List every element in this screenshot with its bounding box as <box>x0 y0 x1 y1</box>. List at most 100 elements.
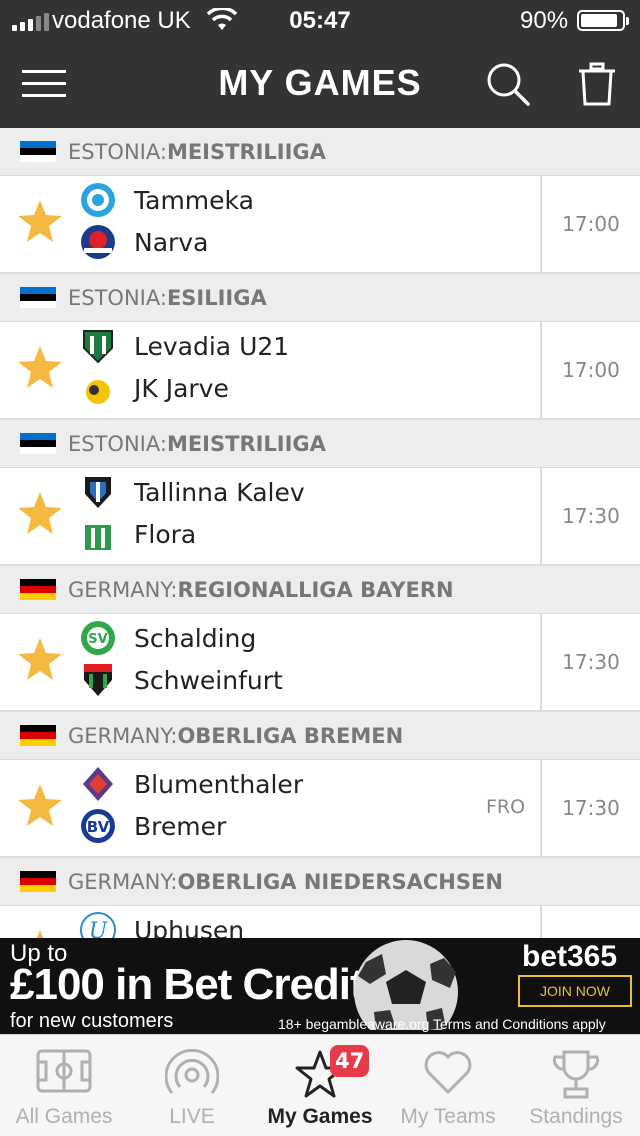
svg-text:BV: BV <box>87 818 110 836</box>
league-competition: OBERLIGA NIEDERSACHSEN <box>177 869 503 894</box>
notification-badge: 47 <box>330 1045 370 1077</box>
team-crest-icon <box>80 370 116 406</box>
app-header: MY GAMES <box>0 40 640 128</box>
match-list[interactable]: ESTONIA: MEISTRILIIGA Tammeka Narva 17:0… <box>0 128 640 938</box>
tab-live[interactable]: LIVE <box>128 1035 256 1136</box>
kickoff-time: 17:00 <box>562 358 620 382</box>
away-team: JK Jarve <box>80 368 229 408</box>
live-broadcast-icon <box>165 1049 219 1094</box>
search-icon[interactable] <box>486 62 530 106</box>
away-team-name: Bremer <box>134 811 227 841</box>
status-bar: vodafone UK 05:47 90% <box>0 0 640 40</box>
ad-subline: for new customers <box>10 1010 174 1032</box>
match-row[interactable]: Tammeka Narva 17:00 <box>0 176 640 274</box>
trash-icon[interactable] <box>578 62 616 106</box>
match-row[interactable]: U Uphusen <box>0 906 640 938</box>
country-flag-icon <box>20 433 56 454</box>
team-crest-icon <box>80 662 116 698</box>
favorite-star-icon[interactable] <box>16 782 64 834</box>
favorite-star-icon[interactable] <box>16 636 64 688</box>
tab-label: All Games <box>15 1105 113 1128</box>
league-country: GERMANY: <box>68 577 178 602</box>
tab-label: LIVE <box>169 1105 215 1128</box>
favorite-star-icon[interactable] <box>16 490 64 542</box>
team-crest-icon: U <box>80 912 116 938</box>
match-row[interactable]: Tallinna Kalev Flora 17:30 <box>0 468 640 566</box>
away-team: Flora <box>80 514 196 554</box>
ad-brand-logo: bet365 <box>522 940 618 973</box>
pitch-icon <box>36 1049 92 1093</box>
league-header: GERMANY: REGIONALLIGA BAYERN <box>0 566 640 614</box>
away-team-name: Narva <box>134 227 209 257</box>
country-flag-icon <box>20 141 56 162</box>
league-competition: REGIONALLIGA BAYERN <box>177 577 454 602</box>
kickoff-time: 17:30 <box>562 504 620 528</box>
svg-text:U: U <box>89 919 109 938</box>
battery-percent: 90% <box>520 7 569 34</box>
ad-headline: £100 in Bet Credits <box>10 960 388 1009</box>
svg-text:SV: SV <box>88 632 107 647</box>
league-header: GERMANY: OBERLIGA BREMEN <box>0 712 640 760</box>
away-team-name: Schweinfurt <box>134 665 283 695</box>
tab-my-teams[interactable]: My Teams <box>384 1035 512 1136</box>
league-competition: MEISTRILIIGA <box>166 431 326 456</box>
tab-my-games[interactable]: 47 My Games <box>256 1035 384 1136</box>
country-flag-icon <box>20 725 56 746</box>
match-row[interactable]: Levadia U21 JK Jarve 17:00 <box>0 322 640 420</box>
kickoff-time: 17:30 <box>562 796 620 820</box>
away-team: BV Bremer <box>80 806 226 846</box>
ad-terms: 18+ begambleaware.org Terms and Conditio… <box>278 1016 606 1032</box>
join-now-button[interactable]: JOIN NOW <box>518 975 632 1007</box>
team-crest-icon <box>80 224 116 260</box>
league-country: ESTONIA: <box>68 431 167 456</box>
team-crest-icon <box>80 516 116 552</box>
battery-icon <box>577 10 629 31</box>
match-row[interactable]: Blumenthaler BV Bremer FRO 17:30 <box>0 760 640 858</box>
league-competition: OBERLIGA BREMEN <box>177 723 404 748</box>
favorite-star-icon[interactable] <box>16 344 64 396</box>
team-crest-icon <box>80 182 116 218</box>
league-country: GERMANY: <box>68 869 178 894</box>
tab-label: My Games <box>267 1105 373 1128</box>
home-team-name: Schalding <box>134 623 257 653</box>
match-note: FRO <box>486 796 526 818</box>
away-team: Schweinfurt <box>80 660 283 700</box>
league-header: ESTONIA: MEISTRILIIGA <box>0 128 640 176</box>
league-country: ESTONIA: <box>68 139 167 164</box>
trophy-icon <box>552 1050 600 1099</box>
league-competition: MEISTRILIIGA <box>166 139 326 164</box>
ad-banner[interactable]: Up to £100 in Bet Credits for new custom… <box>0 938 640 1034</box>
home-team-name: Levadia U21 <box>134 331 290 361</box>
kickoff-time: 17:00 <box>562 212 620 236</box>
kickoff-time <box>542 906 640 938</box>
favorite-star-icon[interactable] <box>16 198 64 250</box>
country-flag-icon <box>20 287 56 308</box>
favorite-star-icon[interactable] <box>16 928 64 938</box>
tab-all-games[interactable]: All Games <box>0 1035 128 1136</box>
page-title: MY GAMES <box>218 62 422 103</box>
league-country: GERMANY: <box>68 723 178 748</box>
home-team-name: Uphusen <box>134 915 245 939</box>
team-crest-icon <box>80 328 116 364</box>
away-team: Narva <box>80 222 208 262</box>
league-header: ESTONIA: ESILIIGA <box>0 274 640 322</box>
match-row[interactable]: SV Schalding Schweinfurt 17:30 <box>0 614 640 712</box>
heart-icon <box>424 1051 472 1094</box>
away-team-name: JK Jarve <box>134 373 229 403</box>
home-team: U Uphusen <box>80 910 244 938</box>
league-header: GERMANY: OBERLIGA NIEDERSACHSEN <box>0 858 640 906</box>
country-flag-icon <box>20 871 56 892</box>
home-team-name: Tallinna Kalev <box>134 477 305 507</box>
home-team-name: Tammeka <box>134 185 254 215</box>
tab-label: My Teams <box>400 1105 496 1128</box>
team-crest-icon <box>80 474 116 510</box>
league-competition: ESILIIGA <box>166 285 267 310</box>
tab-bar: All Games LIVE 47 My Games My Teams Stan… <box>0 1034 640 1136</box>
home-team: Blumenthaler <box>80 764 303 804</box>
kickoff-time: 17:30 <box>562 650 620 674</box>
home-team-name: Blumenthaler <box>134 769 304 799</box>
league-country: ESTONIA: <box>68 285 167 310</box>
home-team: SV Schalding <box>80 618 256 658</box>
home-team: Levadia U21 <box>80 326 289 366</box>
tab-standings[interactable]: Standings <box>512 1035 640 1136</box>
